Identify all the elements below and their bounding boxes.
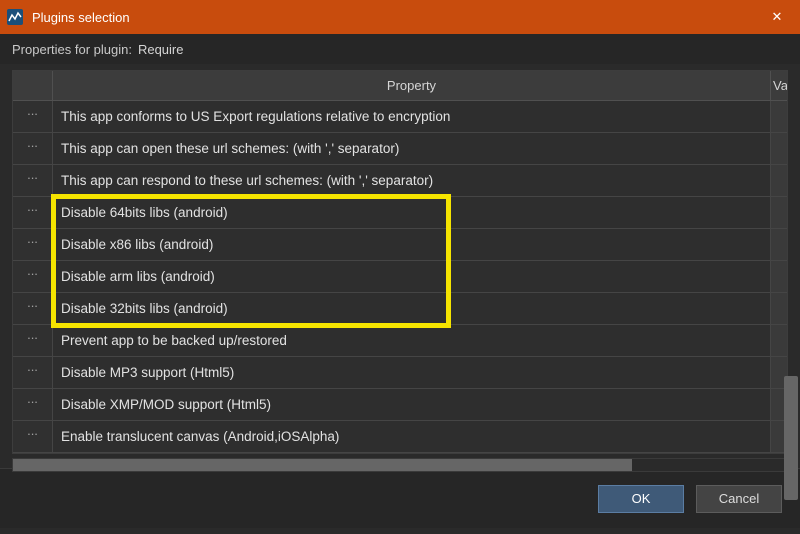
row-header[interactable]: ... <box>13 165 53 196</box>
footer: OK Cancel <box>0 468 800 528</box>
row-header[interactable]: ... <box>13 229 53 260</box>
row-header[interactable]: ... <box>13 133 53 164</box>
horizontal-scrollbar[interactable] <box>12 458 788 472</box>
app-icon <box>6 8 24 26</box>
cancel-button[interactable]: Cancel <box>696 485 782 513</box>
value-cell[interactable] <box>771 325 787 356</box>
row-header[interactable]: ... <box>13 357 53 388</box>
cancel-label: Cancel <box>719 491 759 506</box>
property-cell[interactable]: Disable XMP/MOD support (Html5) <box>53 389 771 420</box>
property-cell[interactable]: Enable translucent canvas (Android,iOSAl… <box>53 421 771 452</box>
property-cell[interactable]: Disable x86 libs (android) <box>53 229 771 260</box>
property-cell[interactable]: Disable arm libs (android) <box>53 261 771 292</box>
close-icon: ✕ <box>772 9 783 25</box>
subheader-value: Require <box>138 42 184 57</box>
content-area: Property Va ...This app conforms to US E… <box>0 64 800 468</box>
table-row[interactable]: ...Disable XMP/MOD support (Html5) <box>13 389 787 421</box>
table-row[interactable]: ...Disable MP3 support (Html5) <box>13 357 787 389</box>
value-cell[interactable] <box>771 197 787 228</box>
row-header[interactable]: ... <box>13 421 53 452</box>
table-row[interactable]: ...Disable 64bits libs (android) <box>13 197 787 229</box>
table-row[interactable]: ...Enable translucent canvas (Android,iO… <box>13 421 787 453</box>
value-cell[interactable] <box>771 293 787 324</box>
property-cell[interactable]: This app conforms to US Export regulatio… <box>53 101 771 132</box>
property-cell[interactable]: Prevent app to be backed up/restored <box>53 325 771 356</box>
row-header[interactable]: ... <box>13 261 53 292</box>
grid-body: ...This app conforms to US Export regula… <box>13 101 787 453</box>
properties-grid: Property Va ...This app conforms to US E… <box>12 70 788 454</box>
hscroll-thumb[interactable] <box>13 459 632 471</box>
value-cell[interactable] <box>771 261 787 292</box>
close-button[interactable]: ✕ <box>754 0 800 34</box>
value-cell[interactable] <box>771 133 787 164</box>
window-title: Plugins selection <box>32 10 754 25</box>
table-row[interactable]: ...Prevent app to be backed up/restored <box>13 325 787 357</box>
table-row[interactable]: ...Disable arm libs (android) <box>13 261 787 293</box>
value-cell[interactable] <box>771 229 787 260</box>
table-row[interactable]: ...This app can respond to these url sch… <box>13 165 787 197</box>
row-header[interactable]: ... <box>13 101 53 132</box>
value-cell[interactable] <box>771 101 787 132</box>
subheader-label: Properties for plugin: <box>12 42 132 57</box>
table-row[interactable]: ...This app can open these url schemes: … <box>13 133 787 165</box>
property-cell[interactable]: Disable MP3 support (Html5) <box>53 357 771 388</box>
value-cell[interactable] <box>771 165 787 196</box>
property-cell[interactable]: Disable 64bits libs (android) <box>53 197 771 228</box>
property-cell[interactable]: Disable 32bits libs (android) <box>53 293 771 324</box>
grid-header: Property Va <box>13 71 787 101</box>
titlebar: Plugins selection ✕ <box>0 0 800 34</box>
ok-label: OK <box>632 491 651 506</box>
row-header[interactable]: ... <box>13 197 53 228</box>
subheader: Properties for plugin: Require <box>0 34 800 64</box>
row-header[interactable]: ... <box>13 293 53 324</box>
row-header[interactable]: ... <box>13 325 53 356</box>
table-row[interactable]: ...Disable x86 libs (android) <box>13 229 787 261</box>
row-header[interactable]: ... <box>13 389 53 420</box>
property-cell[interactable]: This app can respond to these url scheme… <box>53 165 771 196</box>
property-cell[interactable]: This app can open these url schemes: (wi… <box>53 133 771 164</box>
table-row[interactable]: ...This app conforms to US Export regula… <box>13 101 787 133</box>
vertical-scrollbar-thumb[interactable] <box>784 376 798 500</box>
header-rowhead <box>13 71 53 100</box>
ok-button[interactable]: OK <box>598 485 684 513</box>
table-row[interactable]: ...Disable 32bits libs (android) <box>13 293 787 325</box>
header-property[interactable]: Property <box>53 71 771 100</box>
header-value[interactable]: Va <box>771 71 787 100</box>
